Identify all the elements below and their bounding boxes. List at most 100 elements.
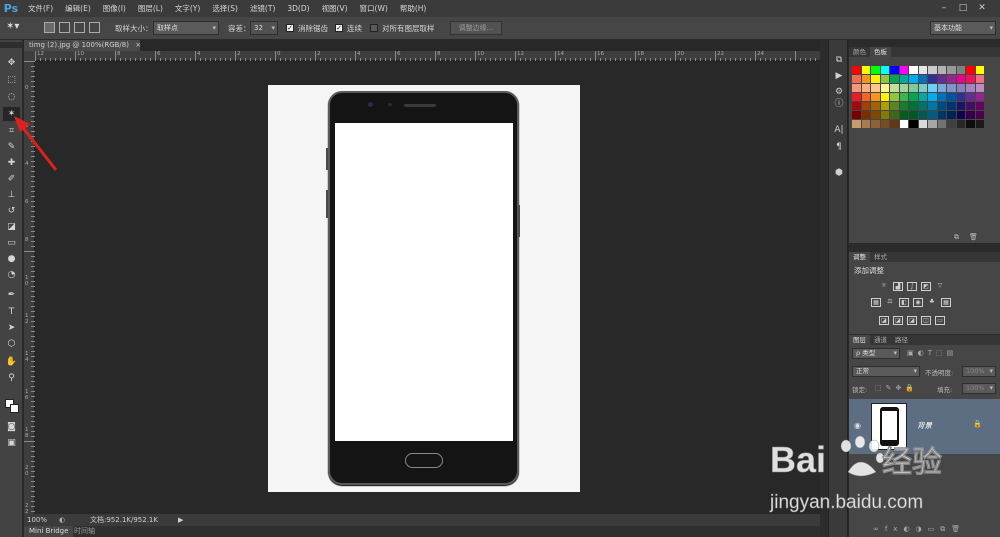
color-swatch[interactable] [937,75,946,83]
tolerance-input[interactable]: 32 [250,21,278,35]
color-swatch[interactable] [918,120,927,128]
zoom-tool-icon[interactable]: ⚲ [3,371,20,385]
exposure-adjustment-icon[interactable]: ◩ [921,282,931,291]
menu-window[interactable]: 窗口(W) [354,3,394,14]
black-white-adjustment-icon[interactable]: ◧ [899,298,909,307]
tab-swatches[interactable]: 色板 [870,47,891,57]
color-swatch[interactable] [947,66,956,74]
tab-mini-bridge[interactable]: Mini Bridge [24,526,74,537]
layer-filter-select[interactable]: ρ 类型 [852,348,900,359]
color-swatch[interactable] [928,93,937,101]
color-swatch[interactable] [909,102,918,110]
color-swatch[interactable] [909,120,918,128]
color-swatch[interactable] [899,111,908,119]
shape-tool-icon[interactable]: ⬡ [3,337,20,351]
selective-color-adjustment-icon[interactable]: ◫ [921,316,931,325]
color-swatch[interactable] [928,111,937,119]
menu-3d[interactable]: 3D(D) [281,4,315,13]
brightness-adjustment-icon[interactable]: ☼ [879,282,889,291]
color-swatch[interactable] [880,93,889,101]
tab-channels[interactable]: 通道 [870,335,891,345]
color-swatch[interactable] [899,120,908,128]
color-swatch[interactable] [975,93,984,101]
color-swatch[interactable] [937,120,946,128]
color-swatch[interactable] [890,75,899,83]
color-swatch[interactable] [871,66,880,74]
color-swatch[interactable] [861,120,870,128]
color-swatch[interactable] [947,111,956,119]
color-swatch[interactable] [975,102,984,110]
posterize-adjustment-icon[interactable]: ◪ [893,316,903,325]
history-brush-tool-icon[interactable]: ↺ [3,204,20,218]
color-swatch[interactable] [947,93,956,101]
color-swatch[interactable] [918,75,927,83]
path-selection-tool-icon[interactable]: ➤ [3,321,20,335]
info-panel-icon[interactable]: ⓘ [832,98,846,110]
color-swatch[interactable] [852,102,861,110]
color-swatch[interactable] [975,111,984,119]
color-swatch[interactable] [956,93,965,101]
photo-filter-adjustment-icon[interactable]: ◉ [913,298,923,307]
layers-footer-icons[interactable]: ∞fx◐◑▭⧉🗑 [873,525,966,534]
color-swatch[interactable] [975,66,984,74]
color-swatch[interactable] [871,75,880,83]
menu-edit[interactable]: 编辑(E) [59,3,97,14]
color-swatch[interactable] [890,84,899,92]
color-balance-adjustment-icon[interactable]: ⚖ [885,298,895,307]
color-swatch[interactable] [880,120,889,128]
marquee-tool-icon[interactable]: ⬚ [3,73,20,87]
color-swatch[interactable] [852,84,861,92]
eraser-tool-icon[interactable]: ◪ [3,220,20,234]
background-color-swatch[interactable] [10,404,19,413]
color-swatch[interactable] [918,84,927,92]
color-swatch[interactable] [966,111,975,119]
type-tool-icon[interactable]: T [3,305,20,319]
color-swatch[interactable] [956,75,965,83]
new-swatch-icon[interactable]: ⧉ [954,233,959,242]
layer-visibility-eye-icon[interactable]: ◉ [854,421,861,430]
blend-mode-select[interactable]: 正常 [852,366,920,377]
magic-wand-preset-icon[interactable]: ✶▾ [6,21,32,35]
brush-panel-icon[interactable]: ⚙ [832,86,846,98]
color-swatch[interactable] [947,120,956,128]
color-swatch[interactable] [861,93,870,101]
color-swatch[interactable] [956,111,965,119]
color-swatch[interactable] [880,111,889,119]
color-swatch[interactable] [928,84,937,92]
levels-adjustment-icon[interactable]: ▟ [893,282,903,291]
menu-view[interactable]: 视图(V) [316,3,354,14]
hand-tool-icon[interactable]: ✋ [3,355,20,369]
color-swatch[interactable] [880,84,889,92]
close-button[interactable]: ✕ [976,2,988,14]
layer-row-background[interactable]: ◉ 背景 🔒 [849,399,1000,454]
add-selection-icon[interactable] [59,22,70,33]
color-swatch[interactable] [890,111,899,119]
fill-input[interactable]: 100% [962,383,996,394]
zoom-level[interactable]: 100% [27,514,47,526]
color-swatch[interactable] [928,66,937,74]
move-tool-icon[interactable]: ✥ [3,56,20,70]
color-swatch[interactable] [861,102,870,110]
color-swatch[interactable] [937,66,946,74]
tab-paths[interactable]: 路径 [891,335,912,345]
layer-thumbnail[interactable] [871,403,907,450]
color-swatch[interactable] [890,66,899,74]
color-swatch[interactable] [899,66,908,74]
tab-adjustments[interactable]: 调整 [849,252,870,262]
minimize-button[interactable]: – [938,2,950,14]
tab-styles[interactable]: 样式 [870,252,891,262]
color-swatch[interactable] [909,93,918,101]
color-swatch[interactable] [880,75,889,83]
refine-edge-button[interactable]: 调整边缘... [450,21,502,35]
color-swatch[interactable] [899,102,908,110]
color-swatch[interactable] [947,75,956,83]
color-swatch[interactable] [852,111,861,119]
quick-mask-icon[interactable]: ◙ [3,420,20,434]
color-swatch[interactable] [852,120,861,128]
document-tab[interactable]: timg (2).jpg @ 100%(RGB/8) × [24,40,141,51]
color-swatch[interactable] [918,111,927,119]
threshold-adjustment-icon[interactable]: ◪ [907,316,917,325]
restore-button[interactable]: □ [957,2,969,14]
menu-help[interactable]: 帮助(H) [394,3,433,14]
color-swatch[interactable] [852,93,861,101]
